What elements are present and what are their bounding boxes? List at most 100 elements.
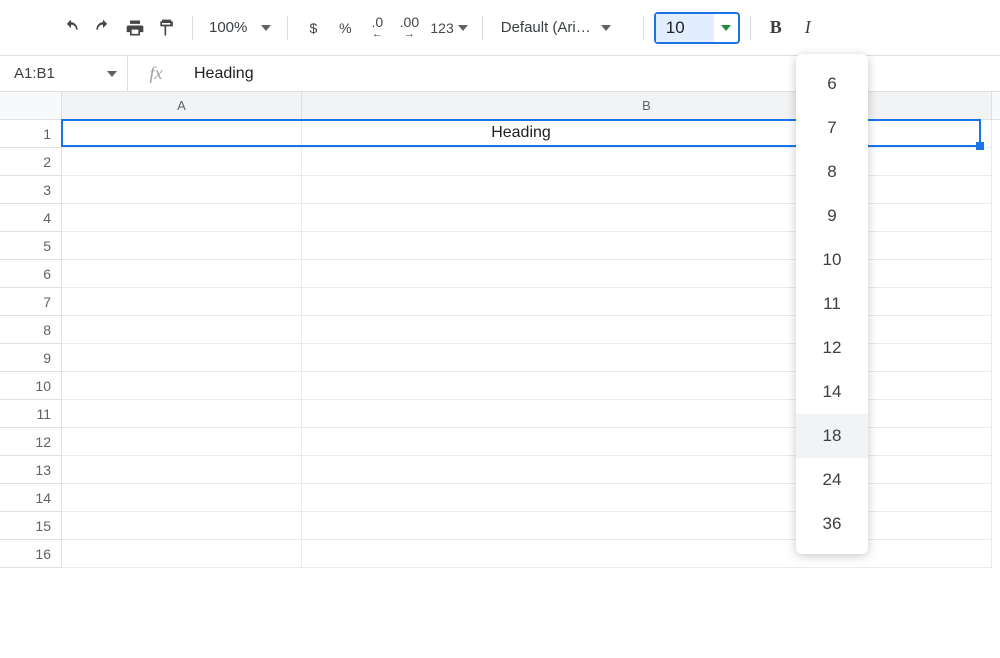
cell[interactable] (302, 148, 992, 176)
decrease-decimal-icon: .0← (372, 17, 384, 39)
cell[interactable] (62, 148, 302, 176)
cell[interactable] (62, 400, 302, 428)
redo-button[interactable] (88, 13, 118, 43)
cell[interactable] (62, 176, 302, 204)
column-header[interactable]: B (302, 92, 992, 119)
font-size-select[interactable] (654, 12, 740, 44)
chevron-down-icon (261, 25, 271, 31)
column-header[interactable]: A (62, 92, 302, 119)
row-header[interactable]: 5 (0, 232, 62, 260)
cell[interactable] (302, 540, 992, 568)
format-currency-button[interactable]: $ (298, 13, 328, 43)
fx-icon: fx (128, 63, 184, 84)
cell[interactable] (302, 316, 992, 344)
cell[interactable] (62, 316, 302, 344)
cell[interactable] (302, 176, 992, 204)
cell[interactable] (62, 232, 302, 260)
cell[interactable] (302, 456, 992, 484)
row-header[interactable]: 10 (0, 372, 62, 400)
bold-button[interactable]: B (761, 13, 791, 43)
separator (482, 16, 483, 40)
font-size-option[interactable]: 18 (796, 414, 868, 458)
font-size-option[interactable]: 8 (796, 150, 868, 194)
more-formats-button[interactable]: 123 (426, 13, 471, 43)
row-header[interactable]: 13 (0, 456, 62, 484)
chevron-down-icon (721, 25, 731, 31)
undo-icon (61, 18, 81, 38)
italic-icon: I (805, 17, 811, 38)
row-header[interactable]: 15 (0, 512, 62, 540)
row-header[interactable]: 2 (0, 148, 62, 176)
zoom-value: 100% (209, 19, 247, 36)
row-header[interactable]: 8 (0, 316, 62, 344)
row-header[interactable]: 12 (0, 428, 62, 456)
cell[interactable] (302, 400, 992, 428)
cell[interactable] (302, 484, 992, 512)
font-size-option[interactable]: 12 (796, 326, 868, 370)
redo-icon (93, 18, 113, 38)
separator (750, 16, 751, 40)
cell[interactable] (62, 204, 302, 232)
cell[interactable] (62, 484, 302, 512)
font-size-input[interactable] (656, 14, 714, 42)
decrease-decimal-button[interactable]: .0← (362, 13, 392, 43)
cell[interactable] (302, 512, 992, 540)
font-size-option[interactable]: 9 (796, 194, 868, 238)
font-family-label: Default (Ari… (501, 19, 591, 36)
font-size-option[interactable]: 11 (796, 282, 868, 326)
increase-decimal-icon: .00→ (400, 17, 419, 39)
format-percent-button[interactable]: % (330, 13, 360, 43)
cell[interactable] (302, 372, 992, 400)
row-header[interactable]: 11 (0, 400, 62, 428)
cell[interactable] (62, 428, 302, 456)
font-size-dropdown-toggle[interactable] (714, 25, 738, 31)
font-size-option[interactable]: 6 (796, 62, 868, 106)
chevron-down-icon (107, 71, 117, 77)
row-header[interactable]: 6 (0, 260, 62, 288)
font-size-option[interactable]: 7 (796, 106, 868, 150)
zoom-select[interactable]: 100% (203, 19, 277, 36)
cell[interactable] (302, 344, 992, 372)
font-size-option[interactable]: 36 (796, 502, 868, 546)
cell[interactable] (62, 372, 302, 400)
cell[interactable] (62, 512, 302, 540)
font-size-option[interactable]: 10 (796, 238, 868, 282)
cell[interactable] (302, 428, 992, 456)
cell[interactable] (62, 344, 302, 372)
row-header[interactable]: 3 (0, 176, 62, 204)
font-size-option[interactable]: 24 (796, 458, 868, 502)
chevron-down-icon (458, 25, 468, 31)
cell[interactable] (302, 288, 992, 316)
separator (192, 16, 193, 40)
cell[interactable] (302, 204, 992, 232)
cell[interactable] (62, 456, 302, 484)
row-header[interactable]: 14 (0, 484, 62, 512)
cell[interactable] (302, 260, 992, 288)
cell[interactable] (62, 540, 302, 568)
print-button[interactable] (120, 13, 150, 43)
select-all-corner[interactable] (0, 92, 62, 119)
separator (287, 16, 288, 40)
toolbar: 100% $ % .0← .00→ 123 Default (Ari… B I (0, 0, 1000, 56)
italic-button[interactable]: I (793, 13, 823, 43)
row-header[interactable]: 9 (0, 344, 62, 372)
cell[interactable] (62, 260, 302, 288)
name-box[interactable]: A1:B1 (0, 56, 128, 91)
font-size-option[interactable]: 14 (796, 370, 868, 414)
formula-input[interactable] (184, 65, 1000, 83)
row-header[interactable]: 4 (0, 204, 62, 232)
increase-decimal-button[interactable]: .00→ (394, 13, 424, 43)
cell[interactable] (302, 120, 992, 148)
cell[interactable] (62, 120, 302, 148)
chevron-down-icon (601, 25, 611, 31)
row-header[interactable]: 16 (0, 540, 62, 568)
cell[interactable] (62, 288, 302, 316)
paint-format-icon (157, 18, 177, 38)
row-header[interactable]: 7 (0, 288, 62, 316)
separator (643, 16, 644, 40)
font-family-select[interactable]: Default (Ari… (493, 19, 633, 36)
undo-button[interactable] (56, 13, 86, 43)
row-header[interactable]: 1 (0, 120, 62, 148)
paint-format-button[interactable] (152, 13, 182, 43)
cell[interactable] (302, 232, 992, 260)
